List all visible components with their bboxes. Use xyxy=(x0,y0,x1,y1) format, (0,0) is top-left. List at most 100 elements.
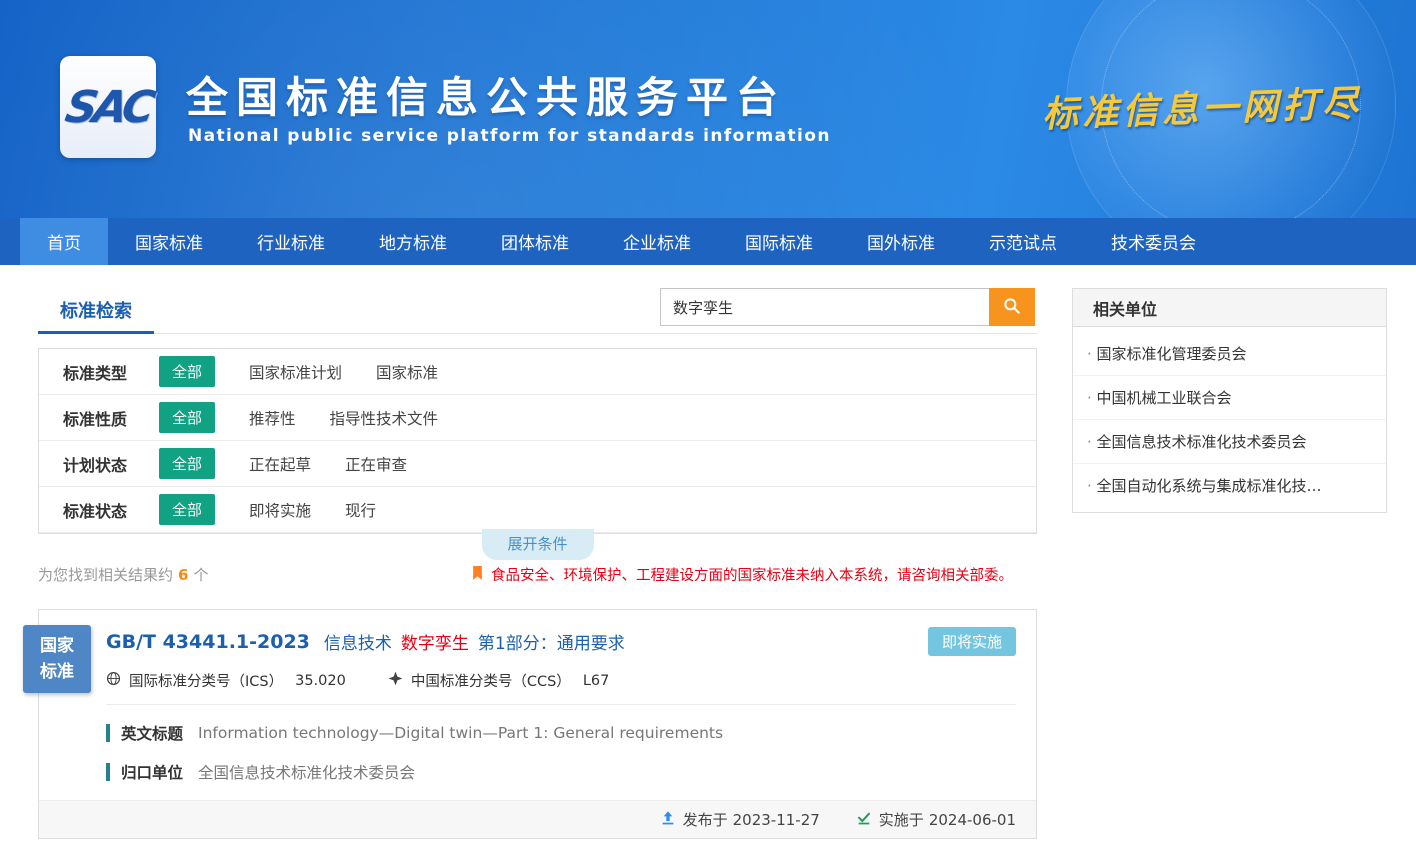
globe-ring-decoration xyxy=(1101,0,1361,218)
sidebar-list: 国家标准化管理委员会 中国机械工业联合会 全国信息技术标准化技术委员会 全国自动… xyxy=(1073,327,1386,512)
search-row: 标准检索 xyxy=(38,288,1037,334)
nav-item-group-standards[interactable]: 团体标准 xyxy=(474,218,596,265)
filter-row-standard-status: 标准状态 全部 即将实施 现行 xyxy=(39,487,1036,533)
standard-code-link[interactable]: GB/T 43441.1-2023 xyxy=(106,631,310,653)
slogan-text: 标准信息一网打尽 xyxy=(1041,74,1363,137)
results-info-row: 为您找到相关结果约 6个 食品安全、环境保护、工程建设方面的国家标准未纳入本系统，… xyxy=(38,564,1037,585)
notice-text: 食品安全、环境保护、工程建设方面的国家标准未纳入本系统，请咨询相关部委。 xyxy=(491,564,1013,585)
result-count: 为您找到相关结果约 6个 xyxy=(38,564,208,585)
ccs-meta: 中国标准分类号（CCS） L67 xyxy=(388,670,609,691)
card-meta-row: 国际标准分类号（ICS） 35.020 中国标准分类号（CCS） L67 xyxy=(106,670,1016,705)
committee-row: 归口单位 全国信息技术标准化技术委员会 xyxy=(106,761,1016,783)
english-title-row: 英文标题 Information technology—Digital twin… xyxy=(106,722,1016,744)
site-subtitle: National public service platform for sta… xyxy=(188,126,831,146)
publish-date-item: 发布于 2023-11-27 xyxy=(660,809,820,830)
filter-row-standard-type: 标准类型 全部 国家标准计划 国家标准 xyxy=(39,349,1036,395)
badge-line: 国家 xyxy=(40,633,74,659)
card-title-row: GB/T 43441.1-2023 信息技术 数字孪生 第1部分：通用要求 即将… xyxy=(106,627,1016,656)
result-count-number: 6 xyxy=(178,566,188,584)
filter-row-plan-status: 计划状态 全部 正在起草 正在审查 xyxy=(39,441,1036,487)
globe-decoration xyxy=(1066,0,1396,218)
main-content: 标准检索 标准类型 全部 国家标准计划 国家标准 xyxy=(0,265,1416,845)
check-icon xyxy=(856,810,879,830)
nav-item-national-standards[interactable]: 国家标准 xyxy=(108,218,230,265)
related-units-sidebar: 相关单位 国家标准化管理委员会 中国机械工业联合会 全国信息技术标准化技术委员会… xyxy=(1072,288,1387,513)
nav-item-international-standards[interactable]: 国际标准 xyxy=(718,218,840,265)
committee-value: 全国信息技术标准化技术委员会 xyxy=(198,761,415,783)
publish-label: 发布于 xyxy=(683,809,728,830)
search-button[interactable] xyxy=(989,288,1035,326)
expand-conditions-button[interactable]: 展开条件 xyxy=(481,529,593,560)
english-title-label: 英文标题 xyxy=(121,722,183,744)
search-box xyxy=(660,288,1035,326)
sac-logo-text: SAC xyxy=(61,82,155,133)
filter-option[interactable]: 即将实施 xyxy=(249,499,311,521)
sidebar-item-automation-committee[interactable]: 全国自动化系统与集成标准化技… xyxy=(1073,464,1386,507)
sac-logo[interactable]: SAC xyxy=(60,56,156,158)
globe-icon xyxy=(106,671,129,690)
search-input[interactable] xyxy=(660,288,989,326)
standard-title-segment[interactable]: 第1部分：通用要求 xyxy=(478,629,625,654)
filter-row-standard-nature: 标准性质 全部 推荐性 指导性技术文件 xyxy=(39,395,1036,441)
publish-icon xyxy=(660,810,683,830)
nav-item-foreign-standards[interactable]: 国外标准 xyxy=(840,218,962,265)
national-standard-badge: 国家 标准 xyxy=(23,625,91,693)
sidebar-item-sac[interactable]: 国家标准化管理委员会 xyxy=(1073,332,1386,376)
standard-title-segment[interactable]: 信息技术 xyxy=(324,629,392,654)
filter-option[interactable]: 现行 xyxy=(345,499,376,521)
nav-item-home[interactable]: 首页 xyxy=(20,218,108,265)
filter-option[interactable]: 国家标准 xyxy=(376,361,438,383)
committee-label: 归口单位 xyxy=(121,761,183,783)
filter-all-button[interactable]: 全部 xyxy=(159,402,215,433)
filter-option[interactable]: 正在起草 xyxy=(249,453,311,475)
card-body: GB/T 43441.1-2023 信息技术 数字孪生 第1部分：通用要求 即将… xyxy=(39,610,1036,783)
nav-item-enterprise-standards[interactable]: 企业标准 xyxy=(596,218,718,265)
ccs-value: L67 xyxy=(583,673,610,689)
filter-option[interactable]: 指导性技术文件 xyxy=(330,407,439,429)
english-title-value: Information technology—Digital twin—Part… xyxy=(198,724,723,742)
filter-all-button[interactable]: 全部 xyxy=(159,448,215,479)
filter-option[interactable]: 推荐性 xyxy=(249,407,296,429)
accent-bar xyxy=(106,724,110,742)
system-notice: 食品安全、环境保护、工程建设方面的国家标准未纳入本系统，请咨询相关部委。 xyxy=(471,564,1013,585)
ics-meta: 国际标准分类号（ICS） 35.020 xyxy=(106,670,346,691)
sidebar-item-it-standards-committee[interactable]: 全国信息技术标准化技术委员会 xyxy=(1073,420,1386,464)
standard-title-highlight[interactable]: 数字孪生 xyxy=(401,629,469,654)
implement-date: 2024-06-01 xyxy=(929,811,1016,829)
nav-item-industry-standards[interactable]: 行业标准 xyxy=(230,218,352,265)
filter-all-button[interactable]: 全部 xyxy=(159,494,215,525)
sidebar-item-machinery-federation[interactable]: 中国机械工业联合会 xyxy=(1073,376,1386,420)
filter-all-button[interactable]: 全部 xyxy=(159,356,215,387)
nav-item-technical-committees[interactable]: 技术委员会 xyxy=(1084,218,1223,265)
filter-label: 标准状态 xyxy=(63,498,159,522)
status-badge: 即将实施 xyxy=(928,627,1016,656)
publish-date: 2023-11-27 xyxy=(733,811,820,829)
filter-label: 标准类型 xyxy=(63,360,159,384)
site-header: SAC 全国标准信息公共服务平台 National public service… xyxy=(0,0,1416,218)
ccs-label: 中国标准分类号（CCS） xyxy=(411,670,571,691)
result-count-prefix: 为您找到相关结果约 xyxy=(38,566,173,584)
implement-date-item: 实施于 2024-06-01 xyxy=(856,809,1016,830)
implement-label: 实施于 xyxy=(879,809,924,830)
filter-option[interactable]: 正在审查 xyxy=(345,453,407,475)
flag-icon xyxy=(471,565,491,585)
filter-label: 标准性质 xyxy=(63,406,159,430)
tab-standard-search[interactable]: 标准检索 xyxy=(38,288,154,334)
compass-icon xyxy=(388,671,411,690)
ics-value: 35.020 xyxy=(295,673,346,689)
search-icon xyxy=(1002,296,1022,319)
result-count-suffix: 个 xyxy=(193,566,208,584)
nav-item-pilot-programs[interactable]: 示范试点 xyxy=(962,218,1084,265)
sidebar-title: 相关单位 xyxy=(1073,289,1386,327)
main-nav: 首页 国家标准 行业标准 地方标准 团体标准 企业标准 国际标准 国外标准 示范… xyxy=(0,218,1416,265)
badge-line: 标准 xyxy=(40,659,74,685)
site-title: 全国标准信息公共服务平台 xyxy=(186,64,786,125)
ics-label: 国际标准分类号（ICS） xyxy=(129,670,283,691)
accent-bar xyxy=(106,763,110,781)
filter-option[interactable]: 国家标准计划 xyxy=(249,361,342,383)
main-column: 标准检索 标准类型 全部 国家标准计划 国家标准 xyxy=(38,288,1037,839)
result-card: 国家 标准 GB/T 43441.1-2023 信息技术 数字孪生 第1部分：通… xyxy=(38,609,1037,839)
filter-label: 计划状态 xyxy=(63,452,159,476)
nav-item-local-standards[interactable]: 地方标准 xyxy=(352,218,474,265)
filter-panel: 标准类型 全部 国家标准计划 国家标准 标准性质 全部 推荐性 指导性技术文件 … xyxy=(38,348,1037,534)
